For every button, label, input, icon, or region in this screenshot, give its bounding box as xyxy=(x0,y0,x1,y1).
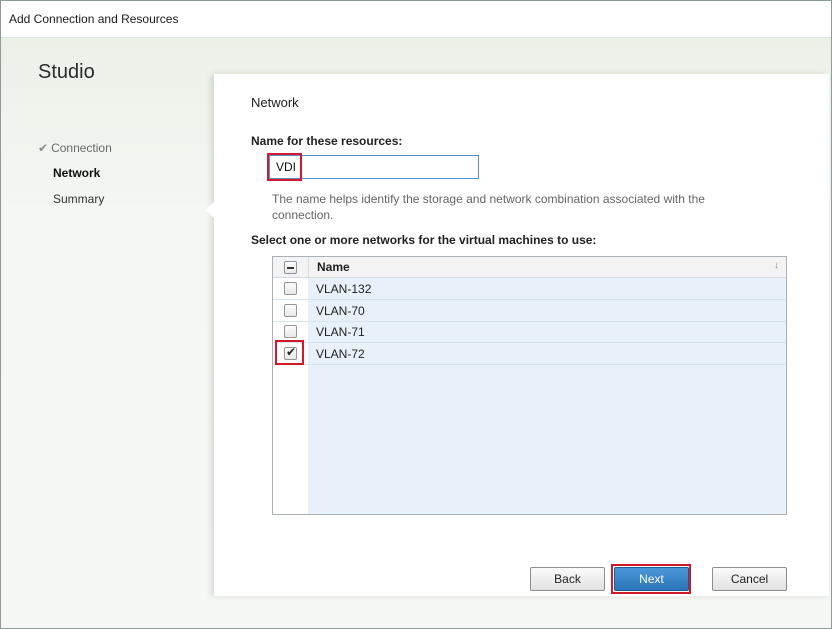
table-row[interactable]: VLAN-71 xyxy=(273,321,786,343)
row-name: VLAN-72 xyxy=(316,347,365,361)
sidebar-item-connection[interactable]: ✔ Connection xyxy=(38,141,112,155)
active-step-pointer xyxy=(205,202,214,218)
column-header-name[interactable]: Name xyxy=(317,260,350,274)
networks-label: Select one or more networks for the virt… xyxy=(251,233,597,247)
help-text: The name helps identify the storage and … xyxy=(272,192,705,222)
row-checkbox[interactable] xyxy=(284,325,297,338)
sidebar-item-label: Summary xyxy=(53,192,105,206)
header-divider xyxy=(308,257,309,277)
indeterminate-icon xyxy=(287,267,294,269)
network-grid: Name ↓ VLAN-132 VLAN-70 VLAN-71 ✔ VLAN-7… xyxy=(272,256,787,515)
sidebar-item-label: Connection xyxy=(51,141,112,155)
cancel-button[interactable]: Cancel xyxy=(712,567,787,591)
page-title: Network xyxy=(251,95,299,110)
row-name: VLAN-132 xyxy=(316,282,372,296)
resource-name-label: Name for these resources: xyxy=(251,134,403,148)
row-checkbox[interactable] xyxy=(284,304,297,317)
wizard-sidebar xyxy=(0,37,214,627)
title-bar: Add Connection and Resources xyxy=(1,1,831,38)
sidebar-item-summary[interactable]: Summary xyxy=(53,192,104,206)
next-button[interactable]: Next xyxy=(614,567,689,591)
checkmark-icon: ✔ xyxy=(286,345,297,359)
select-all-checkbox[interactable] xyxy=(284,261,297,274)
grid-header: Name ↓ xyxy=(273,257,786,278)
studio-title: Studio xyxy=(38,61,95,83)
window-title: Add Connection and Resources xyxy=(9,12,179,26)
back-button[interactable]: Back xyxy=(530,567,605,591)
checkmark-icon: ✔ xyxy=(38,141,49,155)
sidebar-item-label: Network xyxy=(53,166,101,180)
sort-arrow-icon[interactable]: ↓ xyxy=(774,260,779,271)
resource-name-input[interactable] xyxy=(269,155,479,179)
sidebar-item-network[interactable]: Network xyxy=(53,166,100,180)
row-checkbox-checked[interactable]: ✔ xyxy=(284,345,297,360)
table-row[interactable]: VLAN-70 xyxy=(273,300,786,322)
row-name: VLAN-70 xyxy=(316,304,365,318)
row-name: VLAN-71 xyxy=(316,325,365,339)
row-checkbox[interactable] xyxy=(284,282,297,295)
table-row[interactable]: ✔ VLAN-72 xyxy=(273,343,786,365)
table-row[interactable]: VLAN-132 xyxy=(273,278,786,300)
